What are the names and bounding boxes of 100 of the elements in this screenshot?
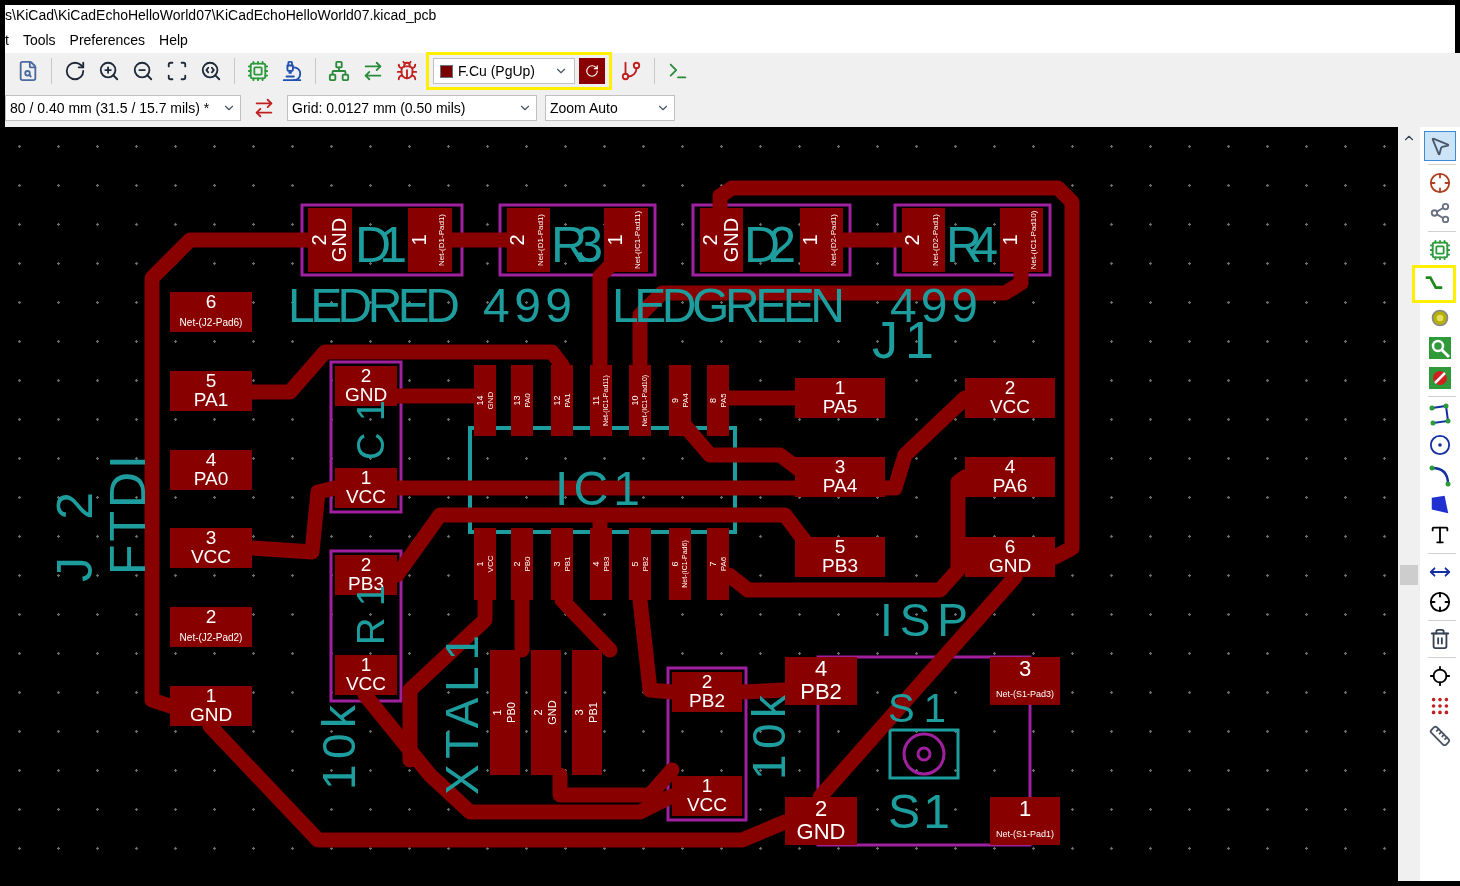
silkscreen-label: R3 <box>551 217 603 273</box>
copper-pad <box>990 797 1060 845</box>
silkscreen-label: D1 <box>355 217 407 273</box>
select-arrow-button[interactable] <box>1424 131 1456 161</box>
target-icon <box>1429 591 1451 613</box>
zoom-dropdown[interactable]: Zoom Auto <box>545 95 675 121</box>
pad-net-label: PA4 <box>680 393 690 408</box>
pad-net-label: GND <box>546 700 559 725</box>
pad-net-label: VCC <box>686 794 728 815</box>
redraw-icon <box>64 60 86 82</box>
zoom-out-icon <box>132 60 154 82</box>
pad-number: 11 <box>590 395 601 406</box>
pad-net-label: PB1 <box>587 702 600 723</box>
pad-number: 6 <box>205 291 217 313</box>
pad-number: 9 <box>669 398 680 403</box>
grid-origin-icon <box>1429 695 1451 717</box>
pad-number: 1 <box>474 561 485 567</box>
pad-net-label: Net-(D2-Pad1) <box>828 214 838 266</box>
pad-number: 2 <box>360 554 372 576</box>
copper-pad <box>672 672 742 712</box>
arc-icon <box>1428 463 1452 487</box>
track-width-dropdown[interactable]: 80 / 0.40 mm (31.5 / 15.7 mils) * <box>5 95 241 121</box>
pad-net-label: PB3 <box>601 556 611 572</box>
keepout-icon <box>1428 366 1452 390</box>
copper-pad <box>629 365 651 436</box>
pad-net-label: VCC <box>345 673 387 694</box>
copper-pad <box>604 208 648 272</box>
pad-number: 2 <box>699 234 722 246</box>
pad-net-label: Net-(IC1-Pad11) <box>633 210 643 270</box>
pad-number: 14 <box>475 395 485 406</box>
menu-item[interactable]: Help <box>159 29 188 51</box>
copper-pad <box>335 655 397 695</box>
pad-number: 2 <box>360 365 372 387</box>
pad-net-label: Net-(D1-Pad1) <box>437 214 447 266</box>
pad-net-label: PA5 <box>822 396 858 417</box>
pad-number: 2 <box>901 234 924 246</box>
silkscreen-label: FTDI <box>100 455 156 575</box>
pad-net-label: VCC <box>989 396 1031 417</box>
copper-pad <box>590 528 612 600</box>
pad-net-label: PB2 <box>689 690 725 711</box>
pad-number: 6 <box>1004 536 1016 558</box>
copper-pad <box>590 365 612 436</box>
menu-item[interactable]: t <box>5 29 9 51</box>
pad-number: 10 <box>629 395 640 406</box>
pad-net-label: PA1 <box>193 389 229 410</box>
copper-pad <box>629 528 651 600</box>
pad-net-label: PB2 <box>640 556 650 572</box>
silkscreen-label: R4 <box>946 217 998 273</box>
pad-number: 4 <box>205 449 217 471</box>
copper-pad <box>669 528 691 600</box>
silkscreen-label: ISP <box>880 594 968 646</box>
pad-net-label: PA1 <box>562 393 572 408</box>
delete-icon <box>1429 628 1451 650</box>
measure-icon <box>1429 725 1451 747</box>
copper-pad <box>474 365 496 436</box>
silkscreen-label: C1 <box>350 400 392 460</box>
pad-net-label: PA6 <box>718 556 728 572</box>
pad-number: 2 <box>532 709 545 716</box>
copper-pad <box>700 208 743 272</box>
pad-net-label: VCC <box>345 486 387 507</box>
find-icon <box>17 60 39 82</box>
pad-net-label: VCC <box>190 546 232 567</box>
silkscreen-label: J2 <box>47 492 103 582</box>
scrollbar-thumb[interactable] <box>1400 565 1418 585</box>
pad-net-label: Net-(IC1-Pad10) <box>1028 210 1038 270</box>
silkscreen-label: XTAL1 <box>436 635 488 795</box>
switch-body-drawing <box>888 728 960 780</box>
silkscreen-label: 10k <box>743 695 795 780</box>
pad-number: 1 <box>603 234 626 246</box>
layer-dropdown[interactable]: F.Cu (PgUp) <box>433 58 575 84</box>
pad-number: 1 <box>360 467 372 489</box>
copper-pad <box>785 797 857 845</box>
line-icon <box>1428 403 1452 427</box>
copper-pad <box>707 365 729 436</box>
grid-dropdown[interactable]: Grid: 0.0127 mm (0.50 mils) <box>287 95 537 121</box>
pad-net-label: PB1 <box>562 556 572 572</box>
copper-pad <box>551 528 573 600</box>
pad-number: 1 <box>1018 796 1032 822</box>
layer-pair-button[interactable] <box>579 58 605 84</box>
pad-net-label: PB0 <box>505 702 518 723</box>
pad-number: 5 <box>205 370 217 392</box>
pad-net-label: Net-(S1-Pad1) <box>996 828 1054 839</box>
pad-number: 7 <box>707 561 718 567</box>
pad-number: 5 <box>629 561 640 567</box>
pad-net-label: PA4 <box>822 475 858 496</box>
route-track-button[interactable] <box>1412 265 1456 303</box>
pad-number: 4 <box>590 561 601 567</box>
silkscreen-label: LEDRED <box>288 279 460 332</box>
copper-pad <box>511 528 533 600</box>
pad-net-label: PB3 <box>822 555 858 576</box>
copper-pad <box>902 208 945 272</box>
text-icon <box>1429 524 1451 546</box>
bug-icon <box>396 60 418 82</box>
pad-net-label: Net-(D1-Pad1) <box>535 214 545 266</box>
pad-net-label: Net-(J2-Pad6) <box>179 316 243 328</box>
menu-item[interactable]: Tools <box>22 29 56 51</box>
pad-number: 3 <box>205 527 217 549</box>
menu-item[interactable]: Preferences <box>69 29 146 51</box>
pad-number: 3 <box>1018 656 1032 682</box>
copper-pad <box>474 528 496 600</box>
